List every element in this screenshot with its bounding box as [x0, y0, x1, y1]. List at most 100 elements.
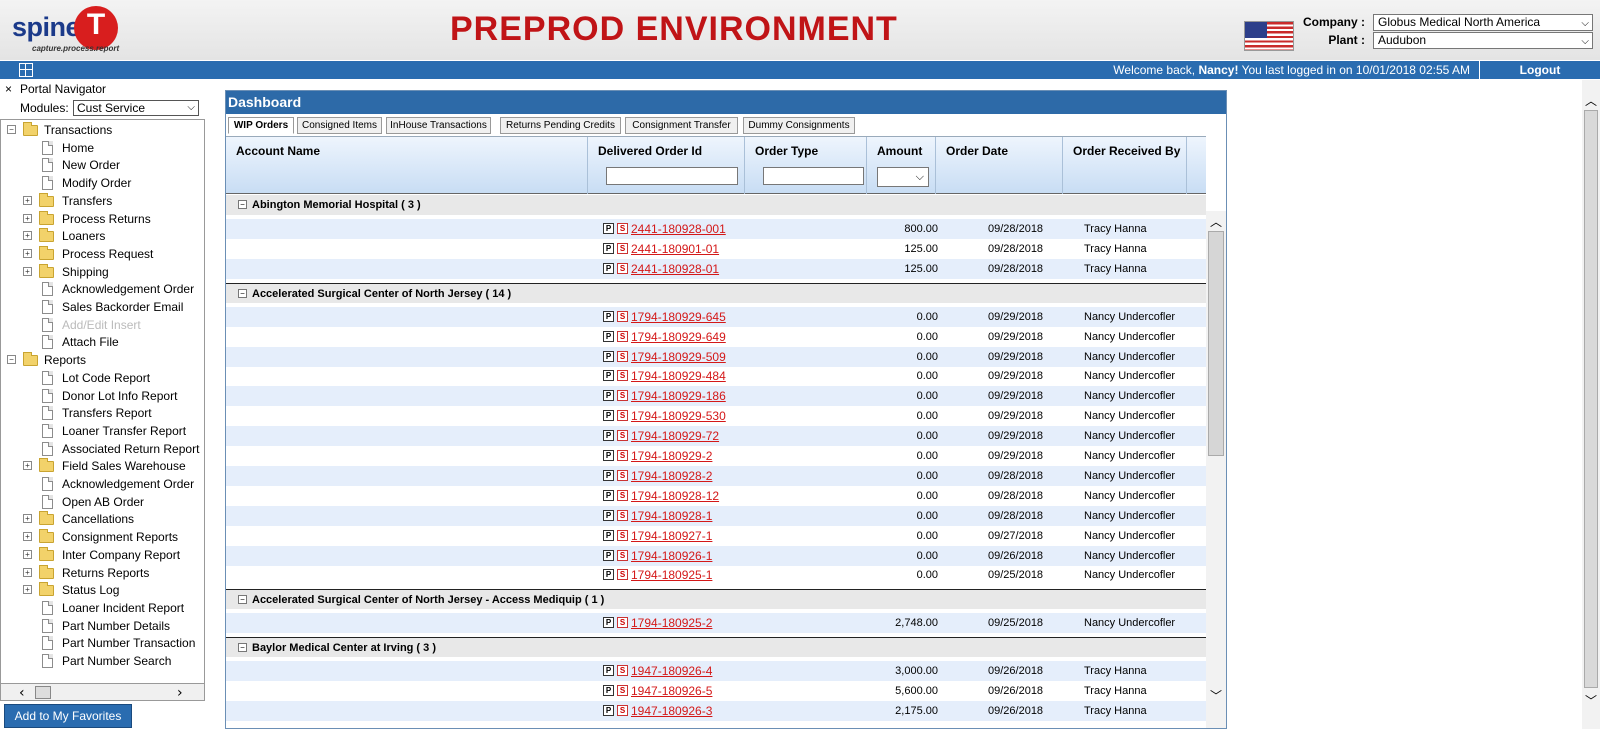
pick-slip-icon[interactable]: P [603, 410, 614, 422]
expand-icon[interactable]: + [23, 195, 32, 205]
tab-returns-pending-credits[interactable]: Returns Pending Credits [500, 117, 621, 134]
expand-icon[interactable]: + [23, 514, 32, 524]
col-order-type[interactable]: Order Type [745, 137, 867, 194]
pick-slip-icon[interactable]: P [603, 262, 614, 274]
collapse-icon[interactable]: − [238, 288, 247, 298]
scroll-down-icon[interactable]: ﹀ [1210, 687, 1222, 704]
ship-slip-icon[interactable]: S [617, 262, 628, 274]
ship-slip-icon[interactable]: S [617, 330, 628, 342]
expand-icon[interactable]: + [23, 461, 32, 471]
nav-item-transfers[interactable]: + Transfers [1, 192, 204, 210]
order-id-link[interactable]: 1794-180928-12 [631, 486, 719, 506]
pick-slip-icon[interactable]: P [603, 549, 614, 561]
expand-icon[interactable]: + [23, 248, 32, 258]
nav-item-attach-file[interactable]: Attach File [1, 333, 204, 351]
nav-item-returns-reports[interactable]: + Returns Reports [1, 564, 204, 582]
ship-slip-icon[interactable]: S [617, 430, 628, 442]
scroll-up-icon[interactable]: ︿ [1210, 213, 1222, 230]
collapse-icon[interactable]: − [238, 200, 247, 209]
order-id-filter-input[interactable] [606, 167, 738, 185]
col-order-received-by[interactable]: Order Received By [1063, 137, 1187, 194]
collapse-icon[interactable]: − [238, 595, 247, 605]
ship-slip-icon[interactable]: S [617, 617, 628, 629]
pick-slip-icon[interactable]: P [603, 242, 614, 254]
order-id-link[interactable]: 1794-180929-186 [631, 386, 726, 406]
order-id-link[interactable]: 1794-180929-72 [631, 426, 719, 446]
plant-select[interactable]: Audubon ⌵ [1373, 32, 1593, 49]
nav-item-associated-return-report[interactable]: Associated Return Report [1, 440, 204, 458]
order-id-link[interactable]: 1947-180926-4 [631, 661, 712, 681]
pick-slip-icon[interactable]: P [603, 370, 614, 382]
nav-item-part-number-search[interactable]: Part Number Search [1, 652, 204, 670]
col-delivered-order-id[interactable]: Delivered Order Id [588, 137, 745, 194]
close-icon[interactable]: × [5, 82, 12, 96]
nav-item-reports[interactable]: − Reports [1, 351, 204, 369]
tab-inhouse-transactions[interactable]: InHouse Transactions [386, 117, 491, 134]
ship-slip-icon[interactable]: S [617, 223, 628, 234]
ship-slip-icon[interactable]: S [617, 370, 628, 382]
nav-item-inter-company-report[interactable]: + Inter Company Report [1, 546, 204, 564]
order-id-link[interactable]: 1794-180929-530 [631, 406, 726, 426]
pick-slip-icon[interactable]: P [603, 430, 614, 442]
scroll-left-icon[interactable]: ‹ [19, 685, 25, 701]
ship-slip-icon[interactable]: S [617, 685, 628, 697]
pick-slip-icon[interactable]: P [603, 330, 614, 342]
order-type-filter-input[interactable] [763, 167, 864, 185]
order-id-link[interactable]: 2441-180928-01 [631, 259, 719, 279]
order-id-link[interactable]: 1794-180928-1 [631, 506, 712, 526]
logout-button[interactable]: Logout [1479, 61, 1600, 79]
nav-item-acknowledgement-order[interactable]: Acknowledgement Order [1, 475, 204, 493]
order-id-link[interactable]: 1794-180927-1 [631, 526, 712, 546]
nav-item-sales-backorder-email[interactable]: Sales Backorder Email [1, 298, 204, 316]
pick-slip-icon[interactable]: P [603, 469, 614, 481]
order-id-link[interactable]: 1794-180926-1 [631, 546, 712, 566]
ship-slip-icon[interactable]: S [617, 549, 628, 561]
pick-slip-icon[interactable]: P [603, 685, 614, 697]
pick-slip-icon[interactable]: P [603, 489, 614, 501]
nav-item-cancellations[interactable]: + Cancellations [1, 510, 204, 528]
ship-slip-icon[interactable]: S [617, 242, 628, 254]
pick-slip-icon[interactable]: P [603, 617, 614, 629]
company-select[interactable]: Globus Medical North America ⌵ [1373, 14, 1593, 31]
ship-slip-icon[interactable]: S [617, 410, 628, 422]
scroll-up-icon[interactable]: ︿ [1585, 92, 1597, 109]
nav-item-loaners[interactable]: + Loaners [1, 227, 204, 245]
tab-dummy-consignments[interactable]: Dummy Consignments [743, 117, 855, 134]
grid-icon[interactable] [19, 63, 33, 77]
nav-item-loaner-transfer-report[interactable]: Loaner Transfer Report [1, 422, 204, 440]
order-id-link[interactable]: 1947-180926-3 [631, 701, 712, 721]
order-id-link[interactable]: 1794-180929-2 [631, 446, 712, 466]
ship-slip-icon[interactable]: S [617, 665, 628, 677]
ship-slip-icon[interactable]: S [617, 450, 628, 461]
tab-consigned-items[interactable]: Consigned Items [297, 117, 382, 134]
order-id-link[interactable]: 1794-180929-509 [631, 347, 726, 367]
pick-slip-icon[interactable]: P [603, 350, 614, 362]
pick-slip-icon[interactable]: P [603, 223, 614, 234]
collapse-icon[interactable]: − [7, 355, 16, 365]
ship-slip-icon[interactable]: S [617, 489, 628, 501]
nav-item-shipping[interactable]: + Shipping [1, 263, 204, 281]
nav-item-process-returns[interactable]: + Process Returns [1, 210, 204, 228]
nav-item-process-request[interactable]: + Process Request [1, 245, 204, 263]
ship-slip-icon[interactable]: S [617, 509, 628, 521]
col-order-date[interactable]: Order Date [936, 137, 1063, 194]
nav-item-home[interactable]: Home [1, 139, 204, 157]
expand-icon[interactable]: + [23, 532, 32, 542]
nav-item-part-number-details[interactable]: Part Number Details [1, 617, 204, 635]
nav-item-field-sales-warehouse[interactable]: + Field Sales Warehouse [1, 457, 204, 475]
nav-item-status-log[interactable]: + Status Log [1, 581, 204, 599]
pick-slip-icon[interactable]: P [603, 705, 614, 716]
order-id-link[interactable]: 1794-180929-484 [631, 366, 726, 386]
expand-icon[interactable]: + [23, 585, 32, 595]
nav-item-open-ab-order[interactable]: Open AB Order [1, 493, 204, 511]
order-id-link[interactable]: 2441-180901-01 [631, 239, 719, 259]
nav-item-consignment-reports[interactable]: + Consignment Reports [1, 528, 204, 546]
navigator-horizontal-scrollbar[interactable]: ‹ › [0, 683, 205, 701]
nav-item-transactions[interactable]: − Transactions [1, 121, 204, 139]
pick-slip-icon[interactable]: P [603, 390, 614, 402]
ship-slip-icon[interactable]: S [617, 350, 628, 362]
nav-item-modify-order[interactable]: Modify Order [1, 174, 204, 192]
pick-slip-icon[interactable]: P [603, 569, 614, 581]
nav-item-transfers-report[interactable]: Transfers Report [1, 404, 204, 422]
order-id-link[interactable]: 1794-180928-2 [631, 466, 712, 486]
